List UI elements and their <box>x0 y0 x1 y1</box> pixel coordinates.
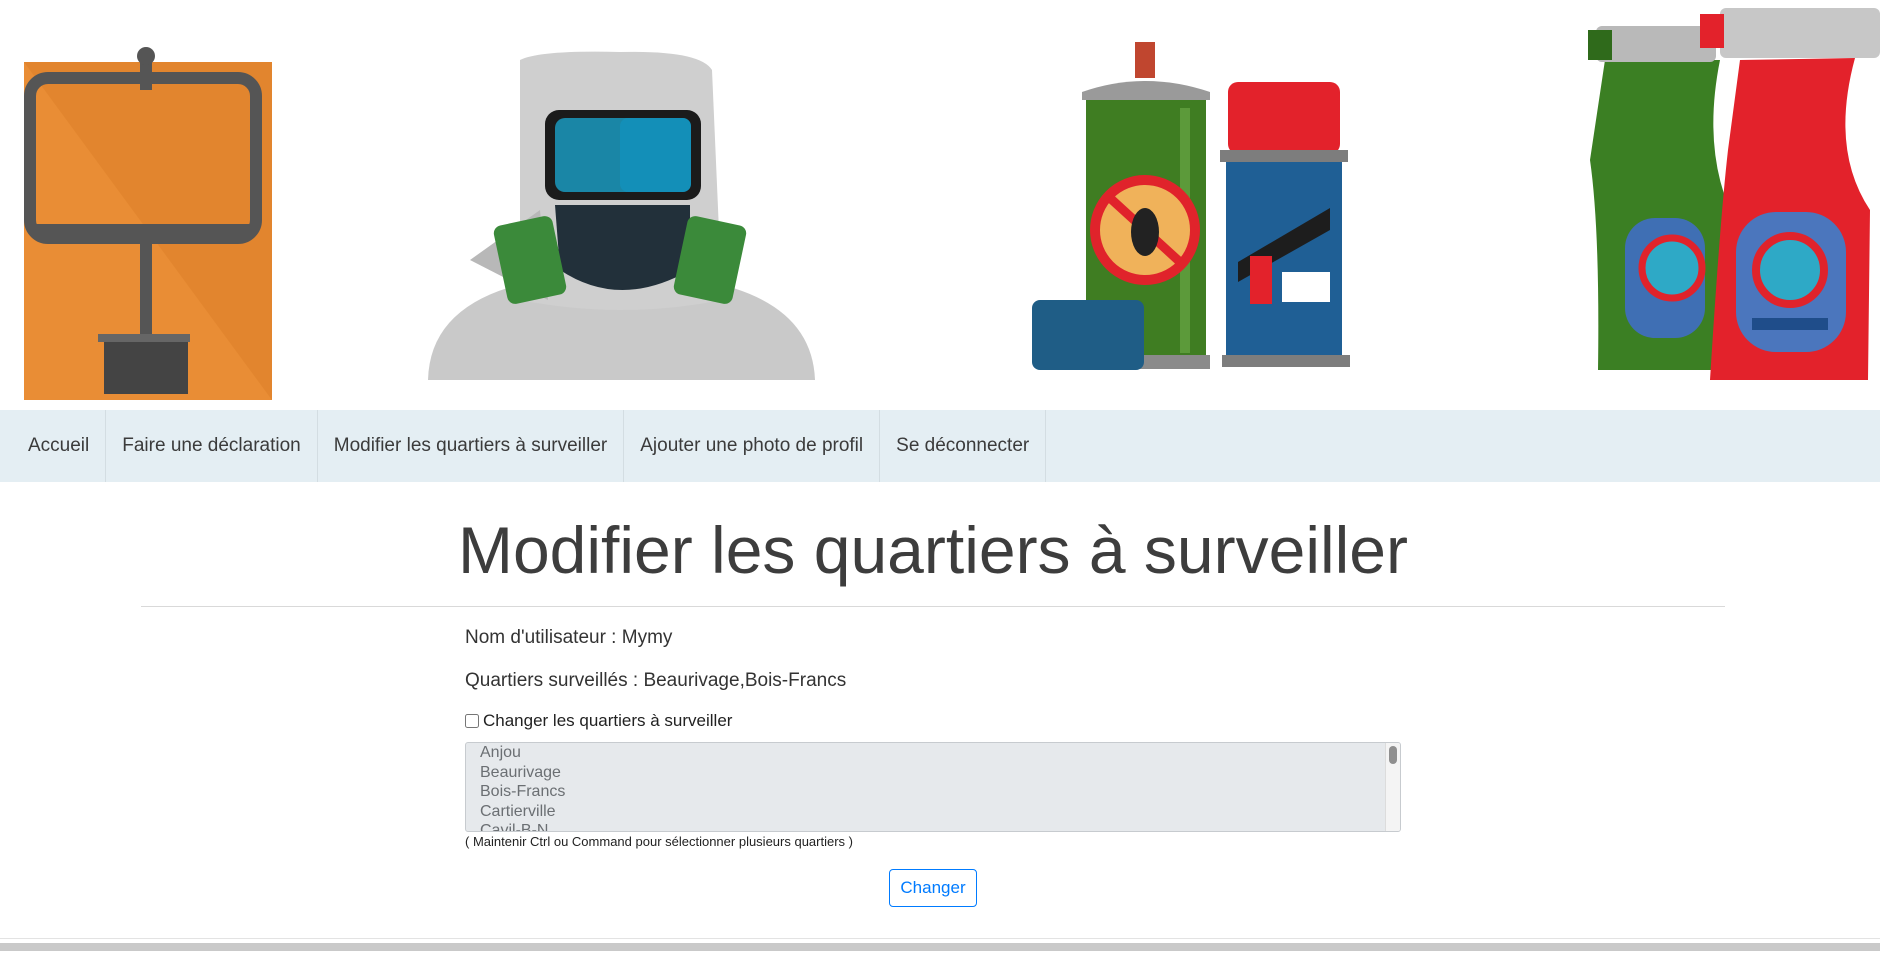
quartier-option[interactable]: Bois-Francs <box>466 782 1400 802</box>
footer-bar <box>0 943 1880 951</box>
quartier-option[interactable]: Beaurivage <box>466 763 1400 783</box>
main-navbar: Accueil Faire une déclaration Modifier l… <box>0 410 1880 482</box>
listbox-scrollbar[interactable] <box>1385 743 1400 831</box>
nav-item-modifier-quartiers[interactable]: Modifier les quartiers à surveiller <box>318 410 625 482</box>
nav-item-faire-declaration[interactable]: Faire une déclaration <box>106 410 318 482</box>
banner-illustrations <box>24 8 1880 400</box>
change-quartiers-row[interactable]: Changer les quartiers à surveiller <box>465 711 732 731</box>
nav-item-se-deconnecter[interactable]: Se déconnecter <box>880 410 1047 482</box>
quartier-option[interactable]: Cartierville <box>466 802 1400 822</box>
quartiers-multiselect[interactable]: Anjou Beaurivage Bois-Francs Cartiervill… <box>465 742 1401 832</box>
quartier-option[interactable]: Anjou <box>466 743 1400 763</box>
footer-divider <box>0 938 1880 939</box>
change-quartiers-label: Changer les quartiers à surveiller <box>483 711 733 730</box>
quartier-option[interactable]: Cavil-B-N <box>466 821 1400 831</box>
spray-bottles-image <box>1588 8 1880 380</box>
title-divider <box>141 606 1725 607</box>
mouse-trap-image <box>24 47 272 400</box>
hazmat-suit-image <box>428 51 815 380</box>
changer-button[interactable]: Changer <box>889 869 977 907</box>
page-title: Modifier les quartiers à surveiller <box>457 513 1408 587</box>
nav-item-ajouter-photo[interactable]: Ajouter une photo de profil <box>624 410 881 482</box>
multiselect-hint: ( Maintenir Ctrl ou Command pour sélecti… <box>465 834 853 849</box>
banner <box>0 0 1880 410</box>
watched-quartiers-text: Quartiers surveillés : Beaurivage,Bois-F… <box>465 670 847 691</box>
spray-cans-image <box>1032 42 1350 370</box>
scrollbar-thumb[interactable] <box>1389 746 1397 764</box>
nav-item-accueil[interactable]: Accueil <box>0 410 107 482</box>
username-text: Nom d'utilisateur : Mymy <box>465 627 673 648</box>
change-quartiers-checkbox[interactable] <box>465 714 479 728</box>
